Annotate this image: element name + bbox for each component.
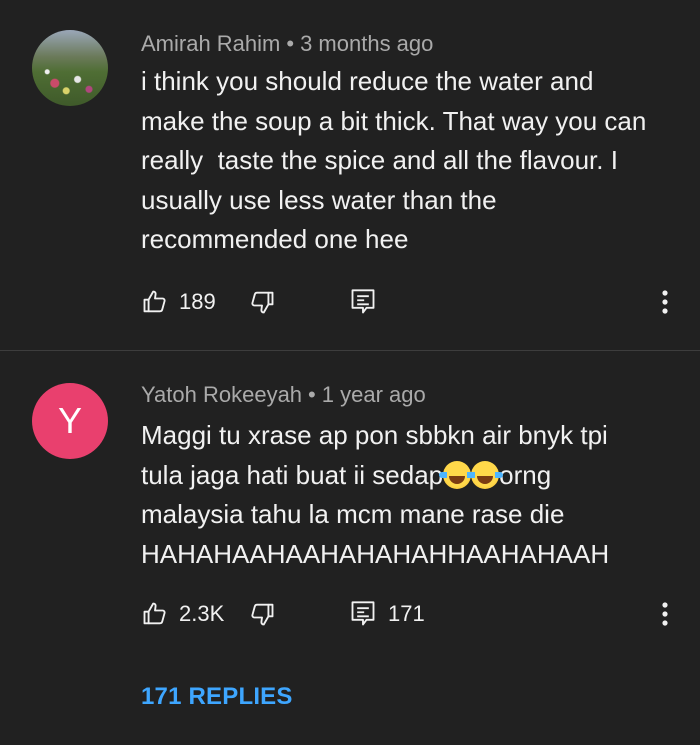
like-count: 189 <box>179 289 216 314</box>
comment-meta: Yatoh Rokeeyah • 1 year ago <box>141 382 426 408</box>
comment-line: HAHAHAAHAAHAHAHAHHAAHAHAAH <box>141 538 610 569</box>
comment-line: recommended one hee <box>141 224 409 254</box>
more-options-button[interactable] <box>650 594 680 634</box>
thumbs-up-icon <box>141 600 169 628</box>
comment-reply-icon <box>350 288 376 316</box>
dislike-button[interactable] <box>248 594 276 634</box>
author-name[interactable]: Yatoh Rokeeyah <box>141 382 302 407</box>
comment-item: Amirah Rahim • 3 months ago i think you sh… <box>0 0 700 350</box>
like-button[interactable]: 189 <box>141 282 216 322</box>
comment-actions: 189 <box>0 282 700 322</box>
comment-timestamp[interactable]: 1 year ago <box>322 382 426 407</box>
comment-text: i think you should reduce the water and … <box>141 62 686 260</box>
comment-line: malaysia tahu la mcm mane rase die <box>141 499 565 529</box>
dislike-button[interactable] <box>248 282 276 322</box>
comment-actions: 2.3K 171 <box>0 594 700 634</box>
view-replies-link[interactable]: 171 REPLIES <box>141 683 293 711</box>
comment-line: i think you should reduce the water and <box>141 66 594 96</box>
meta-separator: • <box>286 31 295 56</box>
author-name[interactable]: Amirah Rahim <box>141 31 280 56</box>
reply-button[interactable]: 171 <box>350 594 425 634</box>
like-count: 2.3K <box>179 601 225 626</box>
comment-line-segment: orng <box>499 459 552 490</box>
more-vertical-icon <box>661 289 669 315</box>
avatar[interactable] <box>32 30 108 106</box>
comment-line: Maggi tu xrase ap pon sbbkn air bnyk tpi <box>141 420 608 450</box>
comment-timestamp[interactable]: 3 months ago <box>300 31 433 56</box>
thumbs-up-icon <box>141 288 169 316</box>
comment-line: really taste the spice and all the flavo… <box>141 145 618 175</box>
more-options-button[interactable] <box>650 282 680 322</box>
meta-separator: • <box>308 382 316 407</box>
comment-reply-icon <box>350 600 376 628</box>
reply-count: 171 <box>388 601 425 626</box>
reply-button[interactable] <box>350 282 376 322</box>
comment-line: make the soup a bit thick. That way you … <box>141 105 647 136</box>
comment-item: Y Yatoh Rokeeyah • 1 year ago Maggi tu xra… <box>0 351 700 745</box>
comment-text: Maggi tu xrase ap pon sbbkn air bnyk tpi… <box>141 416 686 574</box>
avatar[interactable]: Y <box>32 383 108 459</box>
comment-line: tula jaga hati buat ii sedap orng <box>141 456 686 496</box>
comment-line: usually use less water than the <box>141 184 497 215</box>
comment-meta: Amirah Rahim • 3 months ago <box>141 31 433 57</box>
more-vertical-icon <box>661 601 669 627</box>
thumbs-down-icon <box>248 600 276 628</box>
thumbs-down-icon <box>248 288 276 316</box>
like-button[interactable]: 2.3K <box>141 594 224 634</box>
comment-line-segment: tula jaga hati buat ii sedap <box>141 459 444 490</box>
laughing-crying-emoji-icon <box>467 460 504 489</box>
avatar-letter: Y <box>57 400 82 441</box>
